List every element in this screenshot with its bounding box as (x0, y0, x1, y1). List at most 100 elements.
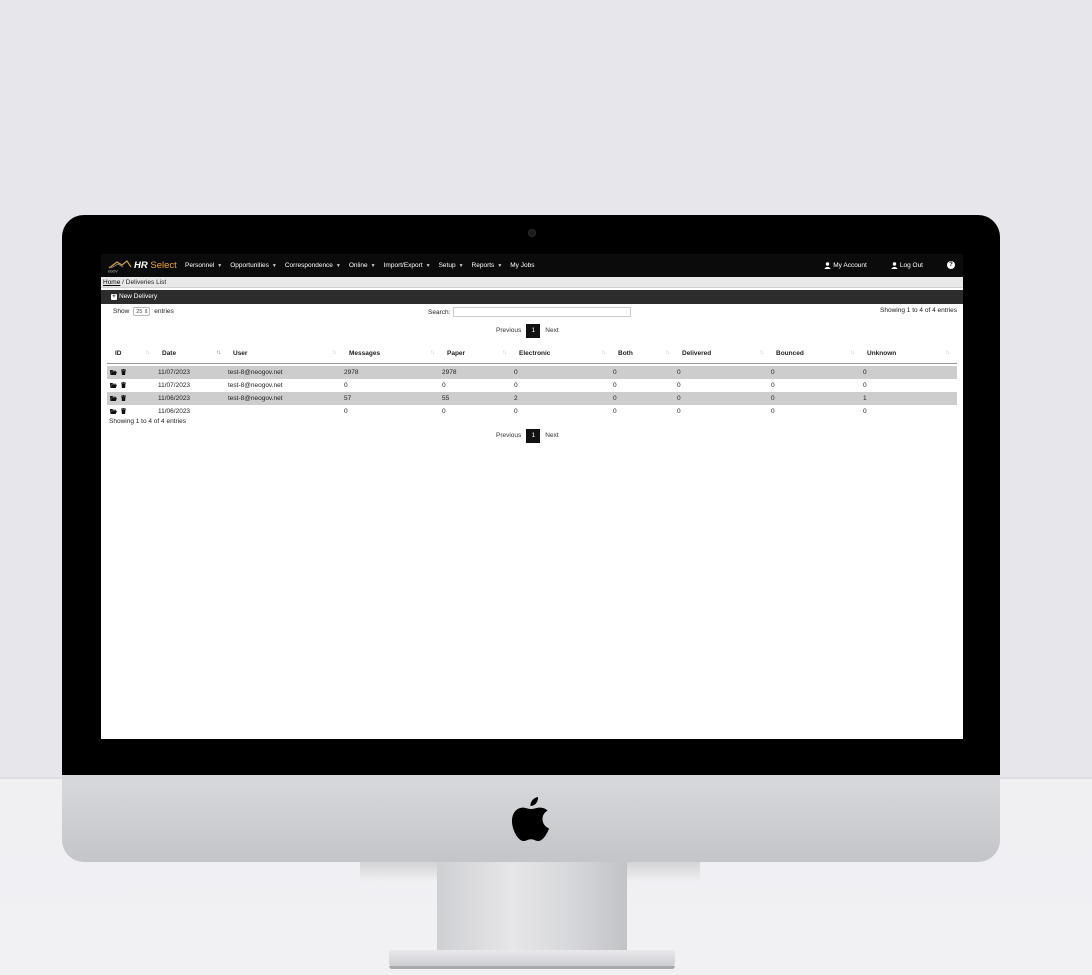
row-actions (110, 382, 126, 388)
caret-down-icon: ▼ (497, 263, 503, 269)
cell-user: test-8@neogov.net (228, 382, 283, 389)
nav-item-setup[interactable]: Setup ▼ (439, 262, 464, 269)
trash-icon[interactable] (121, 408, 126, 414)
entries-select[interactable]: 25 ⇕ (133, 307, 151, 316)
cell-unknown: 0 (863, 369, 867, 376)
entries-length-control: Show 25 ⇕ entries (113, 307, 174, 316)
sort-icon[interactable]: ↑↓ (759, 350, 764, 356)
search-control: Search: (428, 307, 632, 317)
svg-text:eGOV: eGOV (108, 270, 118, 274)
entries-label: entries (154, 308, 174, 315)
help-icon[interactable]: ? (947, 261, 955, 269)
cell-unknown: 0 (863, 382, 867, 389)
column-header-both[interactable]: Both (618, 350, 633, 357)
column-header-date[interactable]: Date (162, 350, 176, 357)
user-icon (824, 261, 831, 269)
folder-open-icon[interactable] (110, 369, 117, 375)
column-header-paper[interactable]: Paper (447, 350, 465, 357)
cell-both: 0 (613, 408, 617, 415)
folder-open-icon[interactable] (110, 395, 117, 401)
new-delivery-button[interactable]: + New Delivery (111, 290, 157, 304)
sort-icon[interactable]: ↑↓ (430, 350, 435, 356)
cell-bounced: 0 (771, 369, 775, 376)
monitor-stand (437, 862, 627, 950)
brand-prefix: HR (134, 260, 148, 271)
cell-delivered: 0 (677, 408, 681, 415)
action-bar: + New Delivery (101, 290, 963, 304)
column-header-messages[interactable]: Messages (349, 350, 380, 357)
navbar: eGOV HR Select Personnel ▼ Opportunities ▼… (101, 254, 963, 277)
cell-paper: 55 (442, 395, 450, 402)
cell-unknown: 0 (863, 408, 867, 415)
cell-delivered: 0 (677, 395, 681, 402)
previous-page-button[interactable]: Previous (491, 324, 526, 338)
trash-icon[interactable] (121, 395, 126, 401)
next-page-button[interactable]: Next (540, 429, 563, 443)
column-header-id[interactable]: ID (115, 350, 122, 357)
cell-bounced: 0 (771, 408, 775, 415)
sort-icon[interactable]: ↑↓ (601, 350, 606, 356)
cell-delivered: 0 (677, 382, 681, 389)
trash-icon[interactable] (121, 369, 126, 375)
table-header: ID ↑↓ Date ↑↓ User ↑↓ Messages ↑↓ Paper … (107, 345, 957, 364)
brand-logo[interactable]: HR Select (134, 260, 177, 271)
breadcrumb-home-link[interactable]: Home (103, 279, 120, 286)
row-actions (110, 408, 126, 414)
table-row[interactable]: 11/06/2023 test-8@neogov.net 57 55 2 0 0… (107, 392, 957, 405)
table-info-top: Showing 1 to 4 of 4 entries (880, 307, 957, 314)
cell-paper: 0 (442, 382, 446, 389)
sort-icon[interactable]: ↑↓ (145, 350, 150, 356)
my-account-link[interactable]: My Account (824, 262, 867, 269)
cell-user: test-8@neogov.net (228, 369, 283, 376)
plus-icon: + (111, 294, 117, 300)
search-input[interactable] (453, 307, 632, 317)
nav-item-online[interactable]: Online ▼ (349, 262, 376, 269)
cell-user: test-8@neogov.net (228, 395, 283, 402)
brand-suffix: Select (150, 260, 177, 271)
nav-item-import-export[interactable]: Import/Export ▼ (384, 262, 431, 269)
sort-icon[interactable]: ↑↓ (850, 350, 855, 356)
monitor-stand-base-edge (389, 966, 675, 969)
previous-page-button[interactable]: Previous (491, 429, 526, 443)
next-page-button[interactable]: Next (540, 324, 563, 338)
caret-down-icon: ▼ (217, 263, 223, 269)
page-1-button[interactable]: 1 (526, 324, 541, 338)
breadcrumb-current: Deliveries List (125, 279, 167, 286)
sort-icon[interactable]: ↑↓ (665, 350, 670, 356)
cell-paper: 0 (442, 408, 446, 415)
column-header-bounced[interactable]: Bounced (776, 350, 804, 357)
nav-item-my-jobs[interactable]: My Jobs (510, 262, 534, 269)
trash-icon[interactable] (121, 382, 126, 388)
column-header-unknown[interactable]: Unknown (867, 350, 896, 357)
cell-messages: 2978 (344, 369, 359, 376)
row-actions (110, 395, 126, 401)
nav-right: My Account Log Out ? (824, 261, 955, 269)
sort-icon[interactable]: ↑↓ (945, 350, 950, 356)
column-header-electronic[interactable]: Electronic (519, 350, 550, 357)
folder-open-icon[interactable] (110, 382, 117, 388)
table-row[interactable]: 11/06/2023 0 0 0 0 0 0 0 (107, 405, 957, 418)
column-header-user[interactable]: User (233, 350, 247, 357)
cell-bounced: 0 (771, 382, 775, 389)
column-header-delivered[interactable]: Delivered (682, 350, 711, 357)
nav-item-opportunities[interactable]: Opportunities ▼ (230, 262, 277, 269)
page-1-button[interactable]: 1 (526, 429, 541, 443)
sort-icon[interactable]: ↑↓ (216, 350, 221, 356)
deliveries-table: ID ↑↓ Date ↑↓ User ↑↓ Messages ↑↓ Paper … (107, 345, 957, 418)
cell-both: 0 (613, 369, 617, 376)
nav-item-reports[interactable]: Reports ▼ (472, 262, 503, 269)
table-row[interactable]: 11/07/2023 test-8@neogov.net 0 0 0 0 0 0… (107, 379, 957, 392)
nav-item-personnel[interactable]: Personnel ▼ (185, 262, 222, 269)
sort-icon[interactable]: ↑↓ (332, 350, 337, 356)
user-icon (891, 261, 898, 269)
sort-icon[interactable]: ↑↓ (502, 350, 507, 356)
new-delivery-label: New Delivery (119, 293, 158, 300)
folder-open-icon[interactable] (110, 408, 117, 414)
camera (528, 229, 536, 237)
table-row[interactable]: 11/07/2023 test-8@neogov.net 2978 2978 0… (107, 366, 957, 379)
search-label: Search: (428, 308, 451, 316)
nav-item-correspondence[interactable]: Correspondence ▼ (285, 262, 341, 269)
log-out-link[interactable]: Log Out (891, 262, 923, 269)
caret-down-icon: ▼ (271, 263, 277, 269)
cell-messages: 57 (344, 395, 352, 402)
